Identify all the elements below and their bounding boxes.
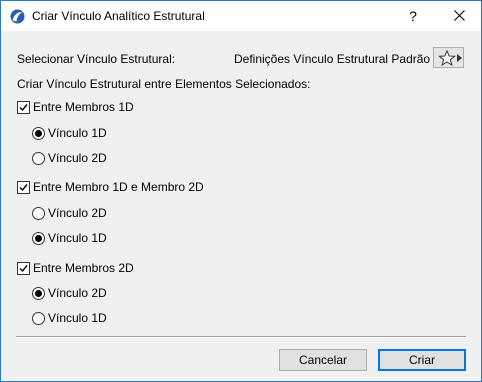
radio-button-selected[interactable]	[32, 232, 45, 245]
radio-label: Vínculo 1D	[48, 311, 107, 325]
group-1d-1d-checkbox[interactable]	[17, 101, 30, 114]
window-title: Criar Vínculo Analítico Estrutural	[32, 9, 205, 23]
title-bar: Criar Vínculo Analítico Estrutural ?	[1, 1, 481, 31]
radio-label: Vínculo 2D	[48, 206, 107, 220]
radio-label: Vínculo 2D	[48, 286, 107, 300]
checkmark-icon	[19, 265, 28, 273]
cancel-button[interactable]: Cancelar	[279, 349, 367, 371]
section-label: Criar Vínculo Estrutural entre Elementos…	[17, 77, 311, 91]
radio-button[interactable]	[32, 312, 45, 325]
help-button[interactable]: ?	[396, 1, 430, 31]
radio-button[interactable]	[32, 207, 45, 220]
dialog-window: Criar Vínculo Analítico Estrutural ? Sel…	[0, 0, 482, 382]
checkmark-icon	[19, 184, 28, 192]
create-button[interactable]: Criar	[378, 349, 466, 371]
group-1d-2d-label: Entre Membro 1D e Membro 2D	[33, 180, 204, 194]
select-link-label: Selecionar Vínculo Estrutural:	[17, 52, 176, 66]
group-2d-2d-checkbox[interactable]	[17, 262, 30, 275]
radio-button-selected[interactable]	[32, 127, 45, 140]
group-2d-2d-label: Entre Membros 2D	[33, 261, 134, 275]
radio-button[interactable]	[32, 152, 45, 165]
separator	[16, 336, 466, 338]
star-icon	[438, 50, 456, 66]
radio-label: Vínculo 1D	[48, 126, 107, 140]
caret-right-icon	[457, 54, 462, 62]
favorites-button[interactable]	[433, 47, 464, 68]
checkmark-icon	[19, 104, 28, 112]
radio-label: Vínculo 1D	[48, 231, 107, 245]
archicad-app-icon	[10, 9, 25, 24]
radio-label: Vínculo 2D	[48, 151, 107, 165]
group-1d-2d-checkbox[interactable]	[17, 181, 30, 194]
select-link-value: Definições Vínculo Estrutural Padrão	[234, 52, 431, 66]
close-button[interactable]	[442, 1, 478, 31]
radio-button-selected[interactable]	[32, 287, 45, 300]
group-1d-1d-label: Entre Membros 1D	[33, 100, 134, 114]
close-icon	[454, 10, 465, 21]
